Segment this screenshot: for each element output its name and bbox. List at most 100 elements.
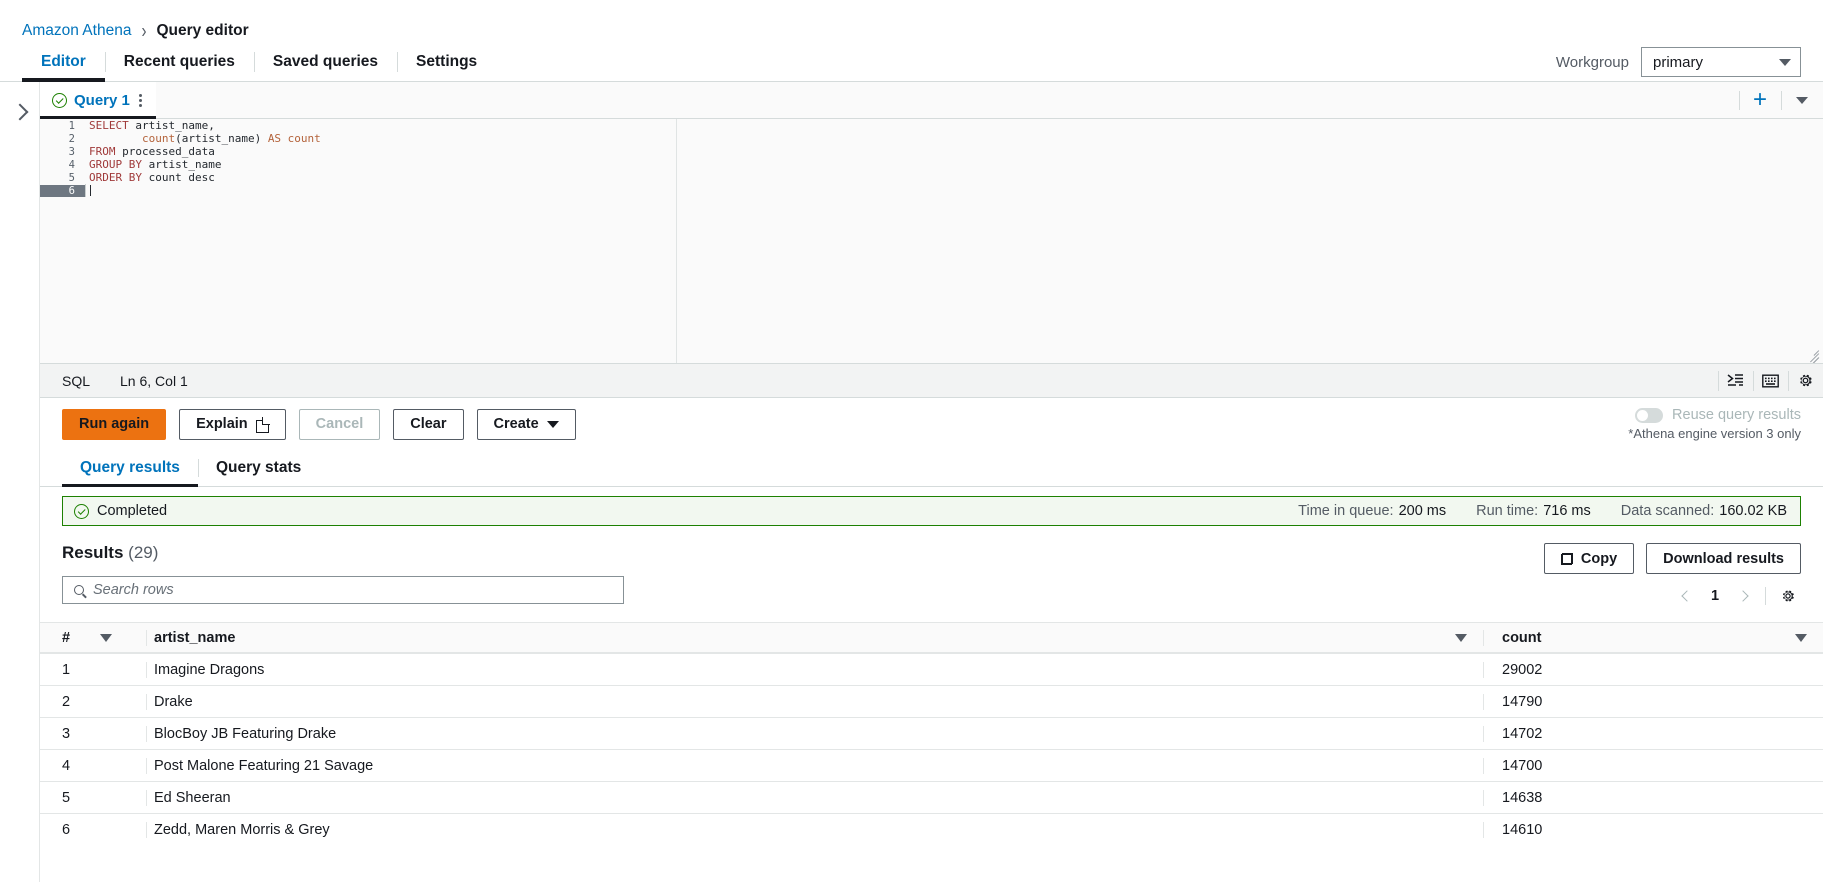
line-number: 4 — [68, 158, 75, 171]
table-row[interactable]: 4 Post Malone Featuring 21 Savage 14700 — [40, 749, 1823, 781]
cell-index: 1 — [62, 661, 71, 678]
line-content: FROM processed_data — [89, 145, 215, 158]
main-region: Query 1 + 1 SELECT artist_name, 2 count(a… — [0, 82, 1823, 882]
cell-index: 6 — [62, 821, 71, 838]
plus-icon: + — [1752, 86, 1767, 113]
query-tab-controls: + — [1739, 82, 1823, 118]
cell-index: 5 — [62, 789, 71, 806]
table-row[interactable]: 2 Drake 14790 — [40, 685, 1823, 717]
create-label: Create — [493, 416, 539, 432]
chevron-down-icon — [1796, 96, 1808, 104]
create-button[interactable]: Create — [476, 408, 576, 440]
code-line: 3 FROM processed_data — [40, 145, 1823, 158]
workgroup-label: Workgroup — [1555, 53, 1629, 71]
editor-language: SQL — [62, 372, 91, 389]
format-query-icon[interactable] — [1718, 364, 1753, 398]
index-sort-icon[interactable] — [100, 633, 146, 642]
results-header: Results (29) Search rows Copy Download r… — [40, 526, 1823, 608]
metric-run-time-value: 716 ms — [1543, 503, 1591, 519]
cell-artist-name: Imagine Dragons — [146, 661, 1483, 678]
download-results-button[interactable]: Download results — [1646, 543, 1801, 574]
artist-name-sort-icon[interactable] — [1455, 633, 1467, 642]
workgroup-select[interactable]: primary — [1641, 47, 1801, 77]
tab-query-results-label: Query results — [80, 459, 180, 476]
table-row[interactable]: 1 Imagine Dragons 29002 — [40, 653, 1823, 685]
line-number: 2 — [68, 132, 75, 145]
engine-version-note: *Athena engine version 3 only — [1628, 426, 1801, 441]
query-action-buttons: Run again Explain Cancel Clear Create — [62, 408, 576, 440]
metric-data-scanned-label: Data scanned: — [1620, 503, 1715, 519]
new-query-tab-button[interactable]: + — [1739, 82, 1781, 119]
table-row[interactable]: 6 Zedd, Maren Morris & Grey 14610 — [40, 813, 1823, 845]
tab-editor-label: Editor — [41, 53, 86, 70]
cell-count: 14702 — [1483, 725, 1823, 742]
sql-code-editor[interactable]: 1 SELECT artist_name, 2 count(artist_name… — [40, 119, 1823, 364]
reuse-results-group: Reuse query results *Athena engine versi… — [1628, 407, 1801, 441]
tab-saved-queries[interactable]: Saved queries — [253, 43, 397, 81]
run-again-button[interactable]: Run again — [62, 408, 167, 440]
editor-content: Query 1 + 1 SELECT artist_name, 2 count(a… — [40, 82, 1823, 882]
left-rail — [0, 82, 40, 882]
results-title: Results — [62, 543, 124, 562]
search-rows-input[interactable]: Search rows — [62, 576, 624, 604]
editor-resize-handle[interactable] — [1805, 346, 1820, 363]
breadcrumb-current: Query editor — [156, 22, 249, 39]
cell-index: 4 — [62, 757, 71, 774]
previous-page-icon[interactable] — [1674, 584, 1700, 608]
keyboard-shortcuts-icon[interactable] — [1753, 364, 1788, 398]
clear-label: Clear — [410, 416, 447, 432]
cell-artist-name: Zedd, Maren Morris & Grey — [146, 821, 1483, 838]
check-circle-icon — [52, 92, 67, 108]
line-content: GROUP BY artist_name — [89, 158, 222, 171]
text-cursor — [90, 185, 91, 196]
reuse-query-results-toggle[interactable] — [1635, 407, 1664, 423]
tab-recent-queries[interactable]: Recent queries — [104, 43, 254, 81]
expand-sidebar-icon[interactable] — [11, 103, 28, 121]
line-number: 1 — [68, 119, 75, 132]
page-number[interactable]: 1 — [1704, 588, 1726, 604]
tab-saved-queries-label: Saved queries — [272, 53, 379, 70]
tab-settings[interactable]: Settings — [397, 43, 496, 81]
count-sort-icon[interactable] — [1795, 633, 1807, 642]
clear-button[interactable]: Clear — [393, 408, 464, 440]
table-row[interactable]: 3 BlocBoy JB Featuring Drake 14702 — [40, 717, 1823, 749]
results-preferences-gear-icon[interactable] — [1775, 584, 1801, 608]
cell-artist-name: Post Malone Featuring 21 Savage — [146, 757, 1483, 774]
tab-recent-queries-label: Recent queries — [123, 53, 235, 70]
query-metrics: Time in queue: 200 ms Run time: 716 ms Dat… — [1298, 503, 1787, 519]
query-tab-list-button[interactable] — [1781, 82, 1823, 119]
explain-label: Explain — [196, 416, 248, 432]
editor-status-left: SQL Ln 6, Col 1 — [62, 373, 188, 389]
tab-query-stats-label: Query stats — [215, 459, 302, 476]
code-line: 5 ORDER BY count desc — [40, 171, 1823, 184]
pagination-divider — [1765, 587, 1766, 605]
query-status-banner: Completed Time in queue: 200 ms Run time:… — [62, 496, 1801, 526]
download-results-label: Download results — [1663, 550, 1784, 567]
metric-run-time-label: Run time: — [1476, 503, 1539, 519]
tab-query-results[interactable]: Query results — [62, 450, 198, 487]
breadcrumb-separator-icon: › — [141, 19, 147, 43]
cell-artist-name: BlocBoy JB Featuring Drake — [146, 725, 1483, 742]
tab-query-stats[interactable]: Query stats — [197, 450, 319, 486]
reuse-query-results-label: Reuse query results — [1672, 407, 1801, 423]
tab-editor[interactable]: Editor — [22, 43, 105, 82]
cell-count: 14638 — [1483, 789, 1823, 806]
query-tab-query-1[interactable]: Query 1 — [40, 82, 156, 119]
cell-index: 2 — [62, 693, 71, 710]
table-row[interactable]: 5 Ed Sheeran 14638 — [40, 781, 1823, 813]
editor-status-line: SQL Ln 6, Col 1 — [40, 364, 1823, 398]
copy-icon — [1560, 552, 1573, 565]
editor-settings-gear-icon[interactable] — [1788, 364, 1823, 398]
cell-count: 14700 — [1483, 757, 1823, 774]
copy-button[interactable]: Copy — [1543, 543, 1635, 574]
run-again-label: Run again — [79, 416, 150, 432]
results-header-left: Results (29) Search rows — [62, 543, 624, 604]
next-page-icon[interactable] — [1730, 584, 1756, 608]
column-header-artist-name: artist_name — [146, 629, 1483, 646]
line-content: count(artist_name) AS count — [89, 132, 321, 145]
cell-artist-name: Ed Sheeran — [146, 789, 1483, 806]
cell-count: 14610 — [1483, 821, 1823, 838]
explain-button[interactable]: Explain — [179, 408, 286, 440]
kebab-menu-icon[interactable] — [138, 93, 142, 107]
breadcrumb-root-link[interactable]: Amazon Athena — [22, 22, 131, 40]
